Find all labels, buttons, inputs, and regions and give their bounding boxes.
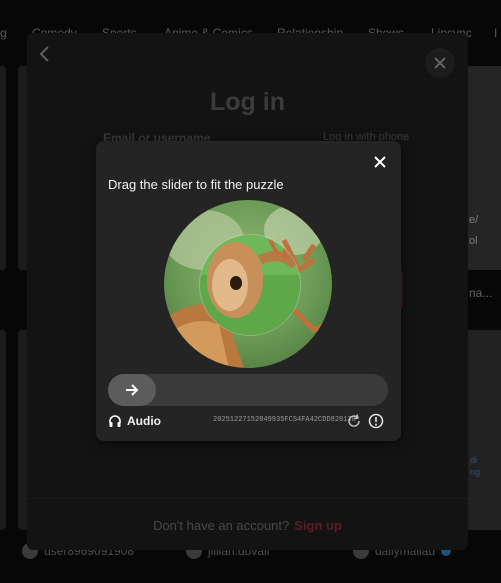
captcha-dialog: Drag the slider to fit the puzzle Audio … xyxy=(96,141,401,441)
audio-label: Audio xyxy=(127,414,161,428)
close-captcha-button[interactable] xyxy=(373,155,387,169)
deer-piece xyxy=(200,235,300,335)
refresh-icon[interactable] xyxy=(346,413,362,429)
puzzle-piece xyxy=(199,234,301,336)
info-icon[interactable] xyxy=(368,413,384,429)
arrow-right-icon xyxy=(126,384,139,396)
headphones-icon xyxy=(109,415,121,427)
captcha-title: Drag the slider to fit the puzzle xyxy=(108,177,284,192)
audio-button[interactable]: Audio xyxy=(108,412,161,430)
slider-handle[interactable] xyxy=(108,374,156,406)
captcha-request-id: 20251227152849935FCS4FA42CDD828138 xyxy=(213,416,356,424)
